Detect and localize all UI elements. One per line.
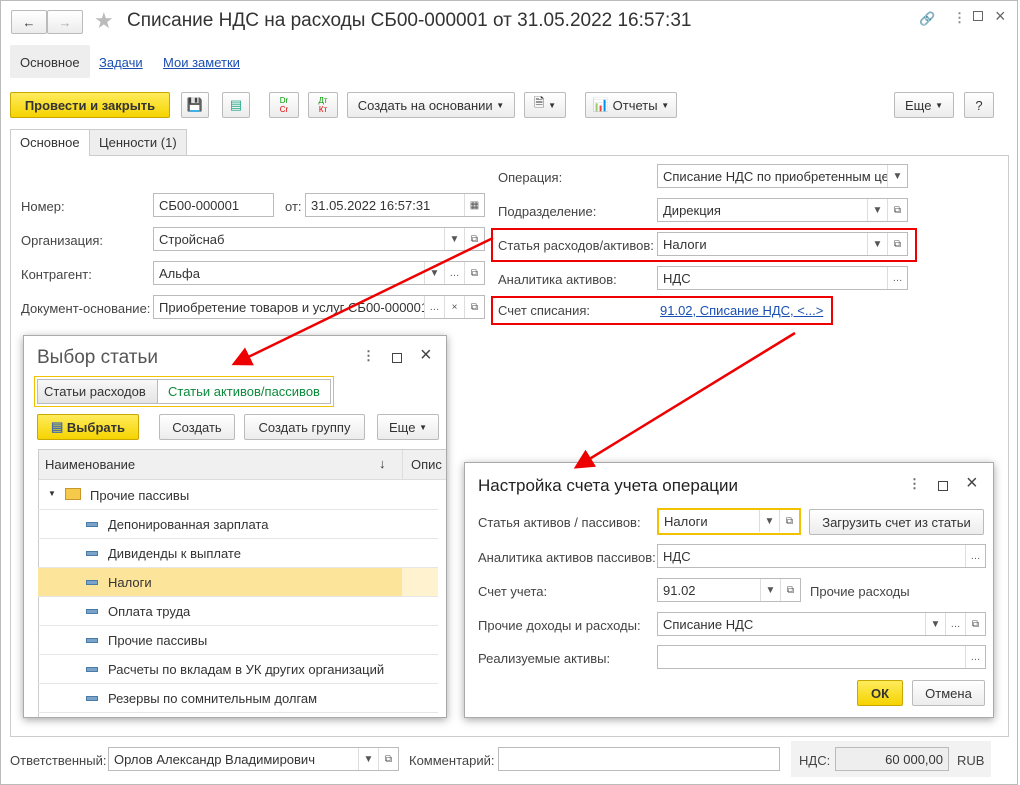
arrow-to-account-dialog bbox=[573, 331, 796, 469]
arrow-to-select-dialog bbox=[231, 236, 494, 366]
annotation-arrows bbox=[231, 236, 796, 469]
